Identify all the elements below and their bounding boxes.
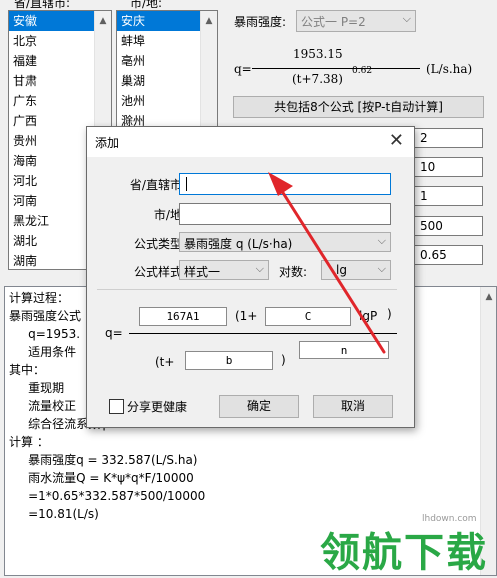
annotation-arrow: [268, 172, 386, 354]
